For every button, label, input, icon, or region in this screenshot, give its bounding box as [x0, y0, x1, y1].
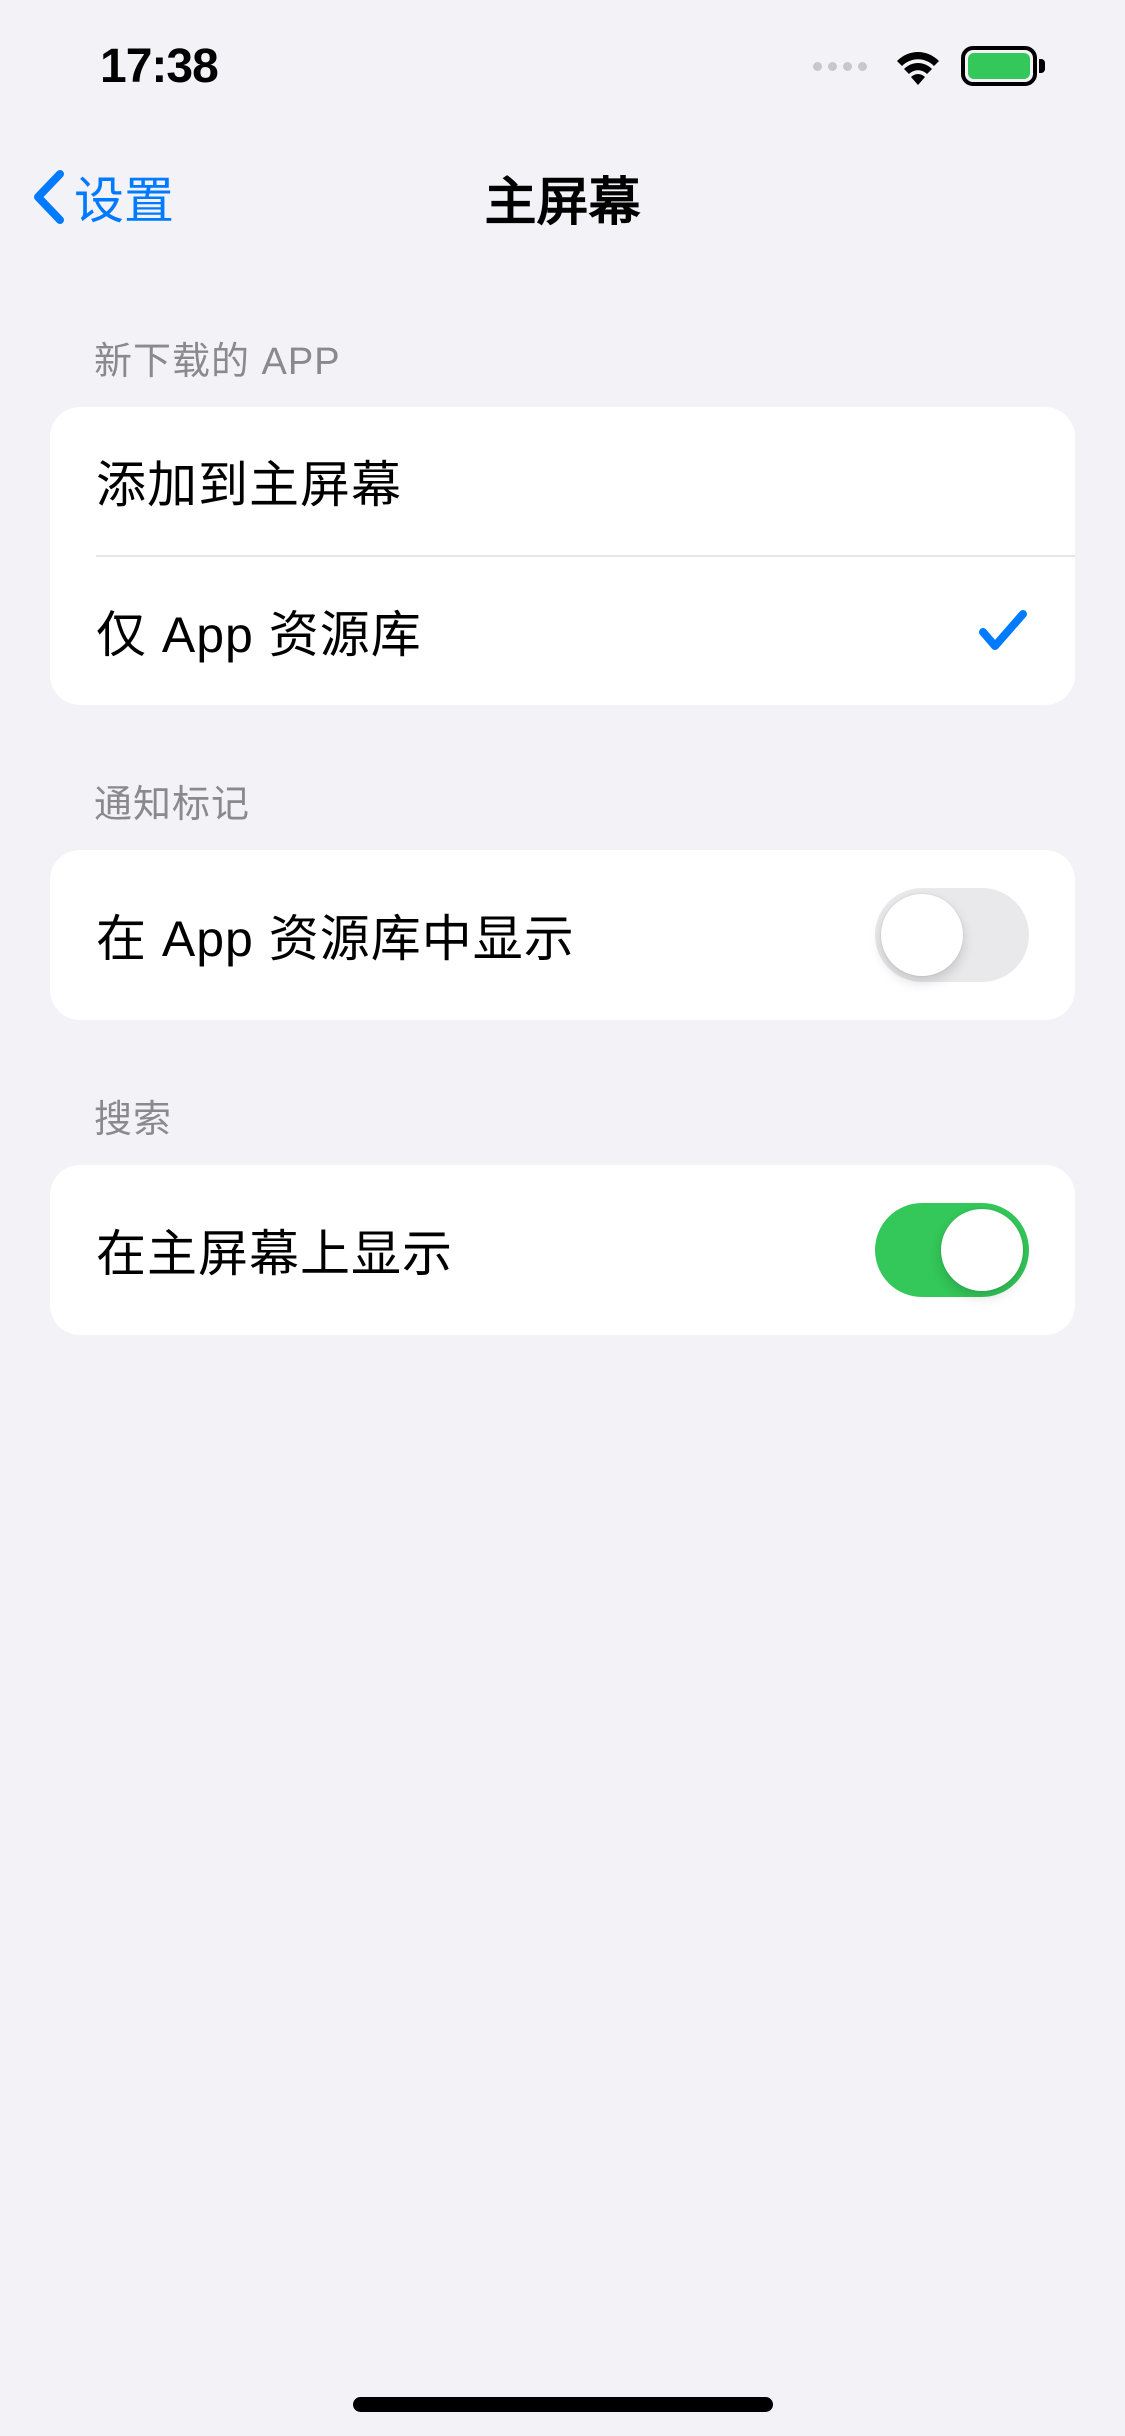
- row-label: 在 App 资源库中显示: [96, 899, 575, 971]
- row-show-on-home: 在主屏幕上显示: [50, 1165, 1075, 1335]
- row-app-library-only[interactable]: 仅 App 资源库: [50, 557, 1075, 705]
- wifi-icon: [893, 47, 943, 85]
- group-badges: 在 App 资源库中显示: [50, 850, 1075, 1020]
- row-show-in-library: 在 App 资源库中显示: [50, 850, 1075, 1020]
- home-indicator[interactable]: [353, 2397, 773, 2412]
- section-header-badges: 通知标记: [0, 705, 1125, 850]
- group-search: 在主屏幕上显示: [50, 1165, 1075, 1335]
- nav-bar: 设置 主屏幕: [0, 132, 1125, 262]
- section-header-newly-downloaded: 新下载的 APP: [0, 262, 1125, 407]
- status-time: 17:38: [100, 39, 218, 94]
- battery-icon: [961, 46, 1045, 86]
- switch-show-in-library[interactable]: [875, 888, 1029, 982]
- row-label: 添加到主屏幕: [96, 445, 402, 517]
- status-bar: 17:38: [0, 0, 1125, 132]
- signal-dots-icon: [813, 62, 867, 71]
- status-right: [813, 46, 1045, 86]
- switch-knob: [881, 894, 963, 976]
- checkmark-icon: [977, 608, 1029, 654]
- page-title: 主屏幕: [484, 160, 640, 235]
- chevron-left-icon: [30, 168, 66, 226]
- row-add-to-home[interactable]: 添加到主屏幕: [50, 407, 1075, 555]
- row-label: 仅 App 资源库: [96, 595, 422, 667]
- section-header-search: 搜索: [0, 1020, 1125, 1165]
- back-label: 设置: [74, 161, 174, 233]
- switch-show-on-home[interactable]: [875, 1203, 1029, 1297]
- back-button[interactable]: 设置: [30, 161, 174, 233]
- row-label: 在主屏幕上显示: [96, 1214, 453, 1286]
- switch-knob: [941, 1209, 1023, 1291]
- group-newly-downloaded: 添加到主屏幕 仅 App 资源库: [50, 407, 1075, 705]
